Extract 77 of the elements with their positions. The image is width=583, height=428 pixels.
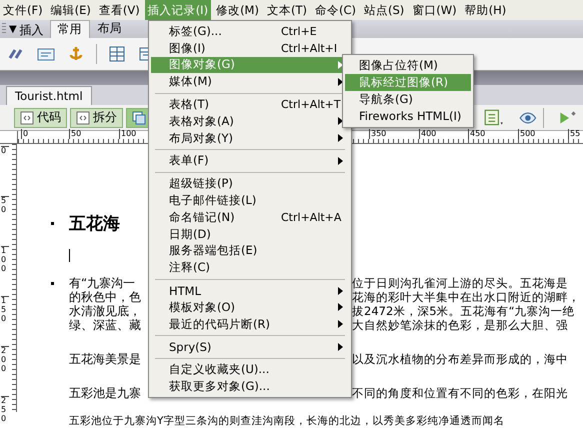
menu-item[interactable]: 标签(G)... Ctrl+E: [151, 23, 349, 40]
ruler-label: 350: [369, 129, 386, 139]
menu-item[interactable]: 日期(D): [151, 226, 349, 243]
document-tab[interactable]: Tourist.html: [6, 86, 92, 105]
paragraph-text: 大自然妙笔涂抹的色彩，是那么大胆、强: [352, 318, 568, 332]
menu-bar-item[interactable]: 编辑(E): [48, 0, 94, 20]
panel-tab[interactable]: 常用: [50, 20, 90, 38]
paragraph-text: 五彩池是九寨: [69, 386, 141, 400]
menu-bar-item[interactable]: 命令(C): [312, 0, 359, 20]
paragraph-text: 五彩池位于九寨沟Y字型三条沟的则查洼沟南段，长海的北边，以秀美多彩纯净通透而闻名: [69, 416, 504, 427]
split-view-icon: [76, 110, 90, 124]
table-icon[interactable]: [107, 44, 127, 64]
ruler-label: 100: [1, 246, 9, 274]
menu-bar-item[interactable]: 帮助(H): [462, 0, 510, 20]
submenu-arrow-icon: [338, 156, 343, 165]
grip-icon: [2, 23, 6, 35]
menu-bar-item[interactable]: 文本(T): [264, 0, 310, 20]
menu-bar-item[interactable]: 修改(M): [213, 0, 262, 20]
paragraph-text: 水清澈见底，: [69, 304, 141, 318]
menu-item[interactable]: 注释(C): [151, 259, 349, 276]
menu-item[interactable]: Spry(S): [151, 338, 349, 356]
menu-item[interactable]: 服务器端包括(E): [151, 242, 349, 260]
ruler-label: 150: [1, 296, 9, 324]
shortcut-label: Ctrl+Alt+I: [281, 42, 338, 55]
paragraph-text: 有“九寨沟一: [69, 276, 136, 290]
paragraph-text: 位于日则沟孔雀河上游的尽头。五花海是: [352, 276, 568, 290]
ruler-label: 0: [21, 129, 28, 139]
menu-item[interactable]: 超级链接(P): [151, 175, 349, 192]
windows-icon: [132, 110, 146, 124]
ruler-label: 400: [419, 129, 436, 139]
view-button[interactable]: 代码: [14, 108, 67, 128]
list-icon[interactable]: [483, 108, 505, 126]
bullet-icon: [51, 222, 54, 225]
menu-item[interactable]: 电子邮件链接(L): [151, 192, 349, 209]
shortcut-label: Ctrl+Alt+A: [281, 210, 342, 224]
panel-title[interactable]: 插入: [20, 22, 44, 38]
text-cursor: [69, 249, 70, 262]
menu-item[interactable]: 模板对象(O): [151, 298, 349, 316]
menu-item[interactable]: 命名锚记(N) Ctrl+Alt+A: [151, 208, 349, 226]
heading: 五花海: [69, 213, 120, 235]
menu-bar-item[interactable]: 文件(F): [0, 0, 46, 20]
menu-item[interactable]: 图像(I) Ctrl+Alt+I: [151, 40, 349, 57]
menu-item[interactable]: 获取更多对象(G)...: [151, 378, 349, 395]
menu-item[interactable]: Fireworks HTML(I): [345, 108, 471, 125]
ruler-label: 450: [468, 129, 486, 139]
paragraph-text: 五花海美景是: [69, 352, 141, 366]
panel-tab[interactable]: 布局: [90, 19, 130, 38]
collapse-arrow[interactable]: ▼: [9, 22, 17, 38]
paragraph-text: 绿、深蓝、藏: [69, 318, 141, 332]
ruler-label: 200: [1, 346, 9, 374]
shortcut-label: Ctrl+E: [281, 24, 317, 38]
bullet-icon: [51, 282, 54, 285]
ruler-label: 50: [69, 129, 82, 139]
code-icon: [20, 110, 34, 124]
menu-item[interactable]: 最近的代码片断(R): [151, 316, 349, 333]
ruler-label: 50: [1, 196, 9, 215]
menu-bar-item[interactable]: 窗口(W): [409, 0, 460, 20]
menu-item[interactable]: 布局对象(Y): [151, 130, 349, 147]
menu-item[interactable]: HTML: [151, 282, 349, 299]
paragraph-text: 花海的彩叶大半集中在出水口附近的湖畔，: [352, 290, 580, 304]
paragraph-text: 拔2472米，深5米。五花海有“九寨沟一绝: [352, 304, 575, 318]
paragraph-text: 不同的角度和位置有不同的色彩，在阳光: [352, 386, 568, 400]
paragraph-text: 的秋色中，色: [69, 290, 141, 304]
ruler-label: 0: [1, 146, 9, 156]
menu-bar-item[interactable]: 站点(S): [360, 0, 408, 20]
ruler-label: 100: [119, 129, 136, 139]
view-button[interactable]: 拆分: [70, 108, 123, 128]
ruler-label: 500: [518, 129, 536, 139]
menu-item[interactable]: 表单(F): [151, 152, 349, 170]
menu-item[interactable]: 导航条(G): [345, 91, 471, 108]
ruler-label: 55: [568, 129, 580, 139]
submenu-arrow-icon: [338, 342, 343, 351]
menu-item[interactable]: 自定义收藏夹(U)...: [151, 361, 349, 378]
paragraph-text: 以及沉水植物的分布差异而形成的，海中: [352, 352, 568, 366]
menu-bar-item[interactable]: 查看(V): [96, 0, 143, 20]
shortcut-label: Ctrl+Alt+T: [281, 98, 341, 112]
ruler-label: 250: [1, 396, 9, 424]
